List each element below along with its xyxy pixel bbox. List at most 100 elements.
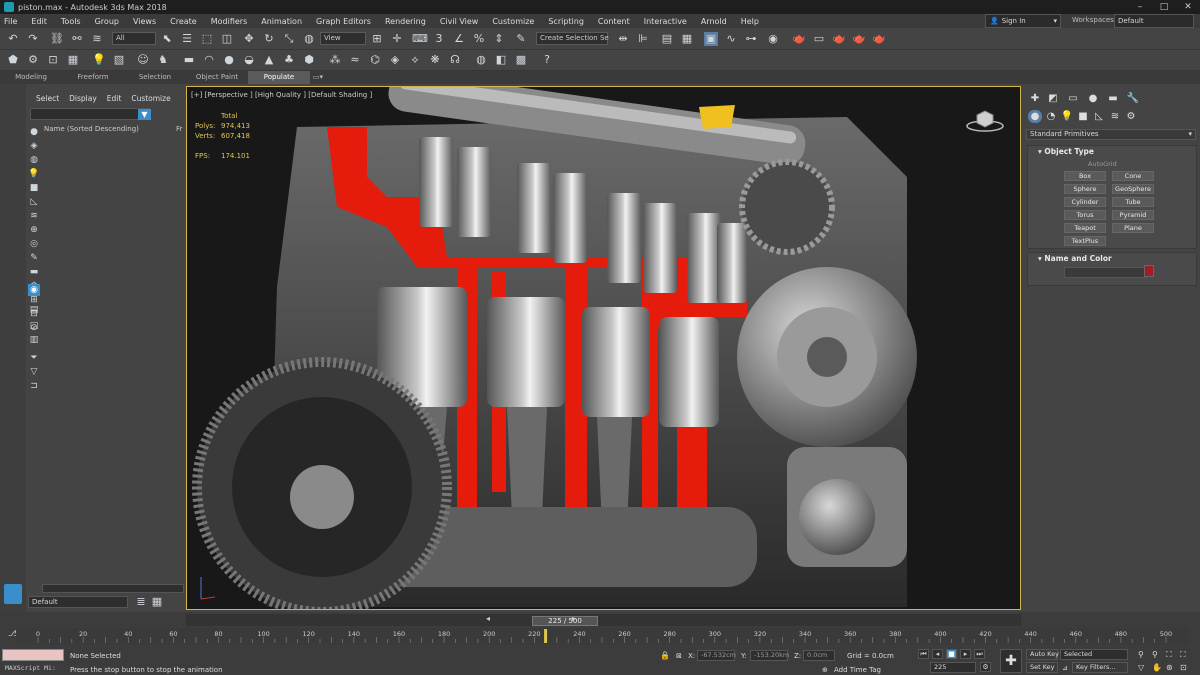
move-icon[interactable]: ✥ <box>242 32 256 46</box>
menu-rendering[interactable]: Rendering <box>385 17 426 26</box>
tab-selection[interactable]: Selection <box>124 71 186 84</box>
lock-icon[interactable]: 🔒 <box>660 651 670 660</box>
name-column-header[interactable]: Name (Sorted Descending) <box>44 124 139 134</box>
geosphere-button[interactable]: GeoSphere <box>1112 184 1154 194</box>
display-containers-icon[interactable]: ▬ <box>28 266 40 278</box>
globe-icon[interactable]: ◍ <box>474 53 488 67</box>
link-icon[interactable]: ⛓ <box>50 32 64 46</box>
rectangular-selection-icon[interactable]: ⬚ <box>200 32 214 46</box>
render-shortcut-icon[interactable]: 🫖 <box>872 32 886 46</box>
perspective-viewport[interactable]: [+] [Perspective ] [High Quality ] [Defa… <box>186 86 1021 610</box>
material-editor-icon[interactable]: ◉ <box>766 32 780 46</box>
frozen-icon[interactable]: □ <box>28 320 40 332</box>
key-filters-icon[interactable]: ⊿ <box>1062 664 1068 672</box>
layer-stack-icon[interactable]: ≣ <box>134 595 148 609</box>
add-time-tag-button[interactable]: Add Time Tag <box>834 666 881 674</box>
explorer-search-input[interactable] <box>30 108 150 120</box>
container-icon[interactable]: ⬟ <box>6 53 20 67</box>
layer-manager-icon[interactable]: ▤ <box>660 32 674 46</box>
schematic-view-icon[interactable]: ⊶ <box>744 32 758 46</box>
render-production-icon[interactable]: 🫖 <box>832 32 846 46</box>
snaps-toggle-icon[interactable]: 3 <box>432 32 446 46</box>
wind-icon[interactable]: ❋ <box>428 53 442 67</box>
angle-snap-icon[interactable]: ∠ <box>452 32 466 46</box>
display-helpers-icon[interactable]: ◺ <box>28 196 40 208</box>
motion-panel-icon[interactable]: ● <box>1086 92 1100 105</box>
next-frame-icon[interactable]: ▸ <box>572 614 576 623</box>
frozen-column-header[interactable]: Fr <box>176 124 182 134</box>
viewport-layout-icon[interactable]: ⊡ <box>46 53 60 67</box>
rendered-frame-window-icon[interactable]: ▭ <box>812 32 826 46</box>
absolute-mode-icon[interactable]: ⊠ <box>676 652 682 660</box>
key-mode-select[interactable]: Selected <box>1060 649 1128 660</box>
time-config-icon[interactable]: ⚙ <box>980 662 991 672</box>
bind-space-warp-icon[interactable]: ≋ <box>90 32 104 46</box>
pivot-center-icon[interactable]: ⊞ <box>370 32 384 46</box>
display-shapes-icon[interactable]: ◍ <box>28 154 40 166</box>
modify-panel-icon[interactable]: ◩ <box>1046 92 1060 105</box>
spinner-snap-icon[interactable]: ⇕ <box>492 32 506 46</box>
tube-button[interactable]: Tube <box>1112 197 1154 207</box>
field-of-view-icon[interactable]: ▽ <box>1138 663 1144 672</box>
menu-interactive[interactable]: Interactive <box>644 17 687 26</box>
ribbon-toggle-icon[interactable]: ▦ <box>680 32 694 46</box>
x-coordinate-field[interactable]: -67.532cm <box>697 650 736 661</box>
viewport-layout-tab-icon[interactable] <box>4 584 22 604</box>
object-type-title[interactable]: ▾ Object Type <box>1028 146 1196 158</box>
zoom-extents-icon[interactable]: ⛶ <box>1166 650 1172 660</box>
tree-icon[interactable]: ♣ <box>282 53 296 67</box>
redo-icon[interactable]: ↷ <box>26 32 40 46</box>
explorer-tab-edit[interactable]: Edit <box>107 94 122 103</box>
workspace-select[interactable]: Default <box>1114 14 1194 28</box>
explorer-tab-display[interactable]: Display <box>69 94 97 103</box>
align-icon[interactable]: ⊫ <box>636 32 650 46</box>
sign-in-dropdown[interactable]: 👤 Sign In ▾ <box>985 14 1061 28</box>
minimize-icon[interactable]: – <box>1128 0 1152 14</box>
zoom-extents-all-icon[interactable]: ⛶ <box>1180 650 1186 660</box>
display-cameras-icon[interactable]: ■ <box>28 182 40 194</box>
shapes-category-icon[interactable]: ◔ <box>1044 110 1058 123</box>
layer-icon[interactable]: ⊐ <box>28 380 40 392</box>
primitive-category-select[interactable]: Standard Primitives ▾ <box>1026 129 1196 140</box>
time-slider[interactable]: ◂ 225 / 500 ▸ <box>186 614 1021 626</box>
zoom-all-icon[interactable]: ⚲ <box>1152 650 1158 659</box>
window-crossing-icon[interactable]: ◫ <box>220 32 234 46</box>
menu-scripting[interactable]: Scripting <box>548 17 584 26</box>
display-geometry-icon[interactable]: ◈ <box>28 140 40 152</box>
display-spacewarps-icon[interactable]: ≋ <box>28 210 40 222</box>
menu-civil-view[interactable]: Civil View <box>440 17 479 26</box>
box-button[interactable]: Box <box>1064 171 1106 181</box>
maximize-viewport-icon[interactable]: ⊡ <box>1180 663 1187 672</box>
scene-state-icon[interactable]: ◧ <box>494 53 508 67</box>
menu-edit[interactable]: Edit <box>31 17 47 26</box>
menu-help[interactable]: Help <box>741 17 759 26</box>
rotate-icon[interactable]: ↻ <box>262 32 276 46</box>
prev-frame-icon[interactable]: ◂ <box>486 614 490 623</box>
current-frame-field[interactable]: 225 <box>930 662 976 673</box>
menu-animation[interactable]: Animation <box>261 17 302 26</box>
scatter-icon[interactable]: ⁂ <box>328 53 342 67</box>
utilities-panel-icon[interactable]: 🔧 <box>1126 92 1140 105</box>
edit-named-selection-icon[interactable]: ✎ <box>514 32 528 46</box>
character-icon[interactable]: ☺ <box>136 53 150 67</box>
render-iterative-icon[interactable]: 🫖 <box>852 32 866 46</box>
percent-snap-icon[interactable]: % <box>472 32 486 46</box>
orbit-icon[interactable]: ⊛ <box>1166 663 1173 672</box>
curve-editor-icon[interactable]: ∿ <box>724 32 738 46</box>
spacewarps-category-icon[interactable]: ≋ <box>1108 110 1122 123</box>
geometry-category-icon[interactable]: ● <box>1028 110 1042 123</box>
menu-group[interactable]: Group <box>95 17 119 26</box>
play-stop-icon[interactable]: ■ <box>946 649 957 659</box>
plane-button[interactable]: Plane <box>1112 223 1154 233</box>
tab-modeling[interactable]: Modeling <box>0 71 62 84</box>
teapot-button[interactable]: Teapot <box>1064 223 1106 233</box>
add-time-tag-icon[interactable]: ⊕ <box>822 666 828 674</box>
menu-create[interactable]: Create <box>170 17 197 26</box>
display-bones-icon[interactable]: ✎ <box>28 252 40 264</box>
textplus-button[interactable]: TextPlus <box>1064 236 1106 246</box>
create-panel-icon[interactable]: ✚ <box>1028 92 1042 105</box>
previous-frame-icon[interactable]: ◂ <box>932 649 943 659</box>
time-slider-thumb[interactable]: 225 / 500 <box>532 616 599 626</box>
display-panel-icon[interactable]: ▬ <box>1106 92 1120 105</box>
undo-icon[interactable]: ↶ <box>6 32 20 46</box>
